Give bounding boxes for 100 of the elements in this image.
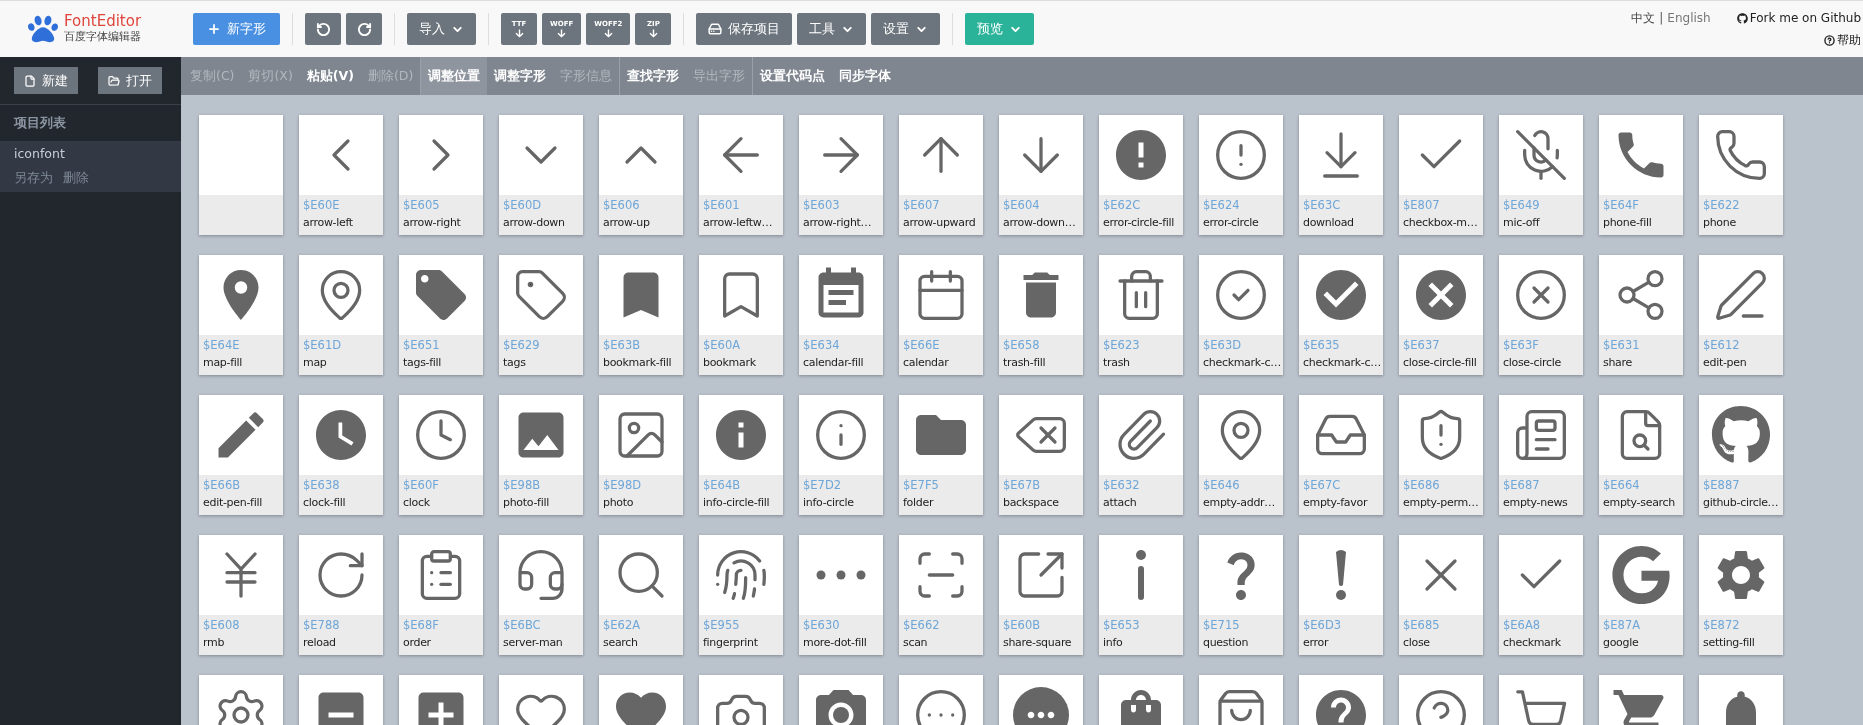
glyph-card[interactable]: $E60B share-square [999, 535, 1083, 655]
glyph-card[interactable]: $E6D3 error [1299, 535, 1383, 655]
toolbar-item[interactable]: 粘贴(V) [299, 57, 361, 95]
glyph-card[interactable]: $E788 reload [299, 535, 383, 655]
toolbar-item[interactable]: 调整字形 [487, 57, 554, 95]
glyph-card[interactable]: $E60F clock [399, 395, 483, 515]
glyph-card[interactable]: $E662 scan [899, 535, 983, 655]
glyph-name: edit-pen-fill [203, 495, 263, 511]
toolbar-item[interactable]: 同步字体 [832, 57, 899, 95]
glyph-card[interactable]: $E6A8 checkmark [1499, 535, 1583, 655]
glyph-card[interactable]: $E637 close-circle-fill [1399, 255, 1483, 375]
glyph-card[interactable]: $E60A bookmark [699, 255, 783, 375]
glyph-card[interactable]: $E604 arrow-down… [999, 115, 1083, 235]
glyph-card[interactable]: $E64E map-fill [199, 255, 283, 375]
glyph-card[interactable]: $E638 clock-fill [299, 395, 383, 515]
glyph-card[interactable]: $E632 attach [1099, 395, 1183, 515]
glyph-code: $E653 [1103, 617, 1141, 634]
glyph-card[interactable]: $E98B photo-fill [499, 395, 583, 515]
glyph-name: more-dot-fill [803, 635, 868, 651]
glyph-card[interactable]: $E63C download [1299, 115, 1383, 235]
glyph-card[interactable]: $E634 calendar-fill [799, 255, 883, 375]
help-link[interactable]: 帮助 [1824, 31, 1861, 49]
glyph-card[interactable]: $E631 share [1599, 255, 1683, 375]
glyph-card[interactable]: $E601 arrow-leftw… [699, 115, 783, 235]
glyph-name: github-circle… [1703, 495, 1779, 511]
language-link[interactable]: 中文 [1631, 9, 1656, 27]
glyph-card[interactable]: $E623 trash [1099, 255, 1183, 375]
glyph-code: $E788 [303, 617, 341, 634]
glyph-card[interactable]: $E607 arrow-upward [899, 115, 983, 235]
glyph-card[interactable]: $E66B edit-pen-fill [199, 395, 283, 515]
info-icon [813, 407, 869, 463]
info-icon [1134, 549, 1148, 601]
glyph-name: photo-fill [503, 495, 550, 511]
fingerprint-icon [713, 547, 769, 603]
glyph-card[interactable]: $E7D2 info-circle [799, 395, 883, 515]
glyph-card[interactable]: $E608 rmb [199, 535, 283, 655]
glyph-card[interactable]: $E606 arrow-up [599, 115, 683, 235]
glyph-card[interactable]: $E62C error-circle-fill [1099, 115, 1183, 235]
glyph-card[interactable]: $E807 checkbox-m… [1399, 115, 1483, 235]
glyph-code: $E66B [203, 477, 242, 494]
glyph-name: empty-perm… [1403, 495, 1479, 511]
glyph-card[interactable]: $E6BC server-man [499, 535, 583, 655]
glyph-card[interactable]: $E63B bookmark-fill [599, 255, 683, 375]
glyph-card[interactable]: $E67B backspace [999, 395, 1083, 515]
dropdown-button[interactable]: 导入 [407, 13, 476, 45]
glyph-card[interactable]: $E630 more-dot-fill [799, 535, 883, 655]
glyph-card[interactable]: $E622 phone [1699, 115, 1783, 235]
glyph-card[interactable]: $E603 arrow-right… [799, 115, 883, 235]
glyph-card[interactable]: $E955 fingerprint [699, 535, 783, 655]
glyph-name: calendar [903, 355, 950, 371]
glyph-card[interactable]: $E87A google [1599, 535, 1683, 655]
glyph-card[interactable]: $E66E calendar [899, 255, 983, 375]
arrow-down-icon [557, 29, 567, 38]
glyph-card[interactable]: $E60D arrow-down [499, 115, 583, 235]
glyph-card[interactable]: $E61D map [299, 255, 383, 375]
github-link[interactable]: Fork me on Github [1736, 9, 1861, 27]
dropdown-button[interactable]: 设置 [871, 13, 941, 45]
glyph-card[interactable]: $E649 mic-off [1499, 115, 1583, 235]
glyph-card[interactable]: $E686 empty-perm… [1399, 395, 1483, 515]
toolbar-item[interactable]: 查找字形 [620, 57, 687, 95]
glyph-card[interactable]: $E664 empty-search [1599, 395, 1683, 515]
glyph-card[interactable]: $E685 close [1399, 535, 1483, 655]
glyph-card[interactable]: $E624 error-circle [1199, 115, 1283, 235]
drive-icon [708, 22, 723, 36]
glyph-code: $E651 [403, 337, 441, 354]
glyph-card[interactable]: $E67C empty-favor [1299, 395, 1383, 515]
glyph-card[interactable]: $E63F close-circle [1499, 255, 1583, 375]
glyph-card[interactable]: $E64F phone-fill [1599, 115, 1683, 235]
ellipsis-icon [816, 570, 866, 580]
glyph-card[interactable]: $E635 checkmark-c… [1299, 255, 1383, 375]
glyph-card[interactable]: $E7F5 folder [899, 395, 983, 515]
glyph-card[interactable]: $E98D photo [599, 395, 683, 515]
newspaper-icon [1513, 407, 1569, 463]
glyph-card[interactable]: $E887 github-circle… [1699, 395, 1783, 515]
redo-button[interactable] [346, 13, 382, 45]
glyph-card[interactable]: $E612 edit-pen [1699, 255, 1783, 375]
glyph-card[interactable]: $E687 empty-news [1499, 395, 1583, 515]
glyph-code: $E66E [903, 337, 941, 354]
glyph-card[interactable]: $E715 question [1199, 535, 1283, 655]
glyph-card[interactable]: $E605 arrow-right [399, 115, 483, 235]
glyph-card[interactable]: $E651 tags-fill [399, 255, 483, 375]
glyph-card[interactable]: $E872 setting-fill [1699, 535, 1783, 655]
glyph-card[interactable]: $E63D checkmark-c… [1199, 255, 1283, 375]
glyph-code: $E635 [1303, 337, 1341, 354]
glyph-card[interactable]: $E64B info-circle-fill [699, 395, 783, 515]
glyph-name: clock-fill [303, 495, 347, 511]
open-project-button[interactable]: 打开 [98, 67, 162, 94]
undo-button[interactable] [305, 13, 341, 45]
language-link[interactable]: English [1667, 9, 1711, 27]
save-project-button[interactable]: 保存项目 [696, 13, 793, 45]
dropdown-button[interactable]: 工具 [797, 13, 867, 45]
glyph-card[interactable]: $E646 empty-addr… [1199, 395, 1283, 515]
new-project-button[interactable]: 新建 [14, 67, 78, 94]
glyph-card[interactable]: $E653 info [1099, 535, 1183, 655]
glyph-card[interactable]: $E68F order [399, 535, 483, 655]
glyph-card[interactable]: $E658 trash-fill [999, 255, 1083, 375]
glyph-card[interactable]: $E60E arrow-left [299, 115, 383, 235]
glyph-card[interactable]: $E62A search [599, 535, 683, 655]
toolbar-item[interactable]: 设置代码点 [753, 57, 833, 95]
glyph-card[interactable]: $E629 tags [499, 255, 583, 375]
